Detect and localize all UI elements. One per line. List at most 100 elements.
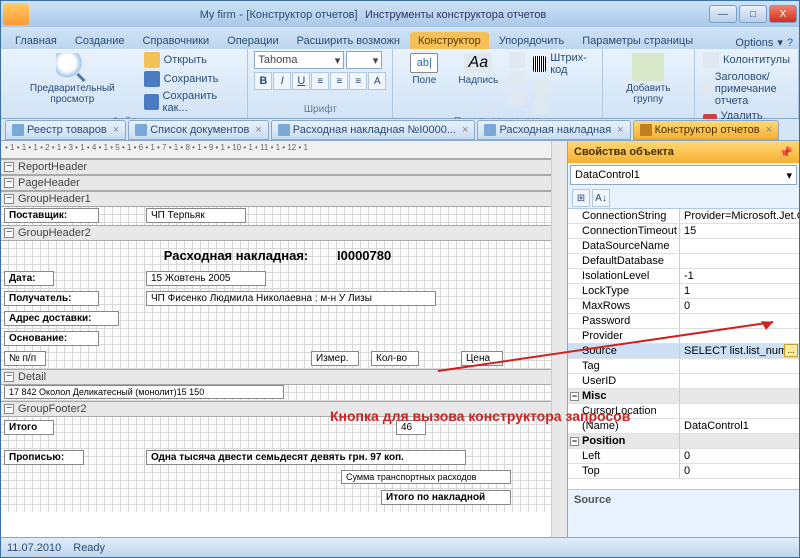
field-label[interactable]: Сумма транспортных расходов	[341, 470, 511, 484]
field-label[interactable]: Получатель:	[4, 291, 99, 306]
line-button[interactable]	[507, 51, 527, 69]
prop-row[interactable]: DataSourceName	[568, 239, 799, 254]
title-label[interactable]: Расходная накладная:	[141, 247, 331, 263]
close-icon[interactable]: ×	[255, 124, 261, 136]
tab-home[interactable]: Главная	[7, 32, 65, 49]
help-icon[interactable]: ?	[787, 37, 793, 49]
designer-icon	[640, 124, 652, 136]
workspace: • 1 • 1 • 1 • 2 • 1 • 3 • 1 • 4 • 1 • 5 …	[1, 141, 799, 537]
open-button[interactable]: Открыть	[142, 51, 242, 69]
prop-description: Source	[568, 489, 799, 537]
col-header[interactable]: № п/п	[4, 351, 46, 366]
bold-button[interactable]: B	[254, 72, 272, 90]
object-selector[interactable]: DataControl1▾	[570, 165, 797, 185]
field-button[interactable]: ab|Поле	[399, 51, 449, 88]
image-button[interactable]	[507, 89, 527, 107]
field-label[interactable]: Дата:	[4, 271, 54, 286]
report-title-button[interactable]: Заголовок/примечание отчета	[701, 70, 792, 108]
grid-icon	[12, 124, 24, 136]
prop-row[interactable]: IsolationLevel-1	[568, 269, 799, 284]
close-icon[interactable]: ×	[462, 124, 468, 136]
field[interactable]: ЧП Терпьяк	[146, 208, 246, 223]
tab-page-params[interactable]: Параметры страницы	[574, 32, 701, 49]
saveas-button[interactable]: Сохранить как...	[142, 89, 242, 115]
window-title: My firm - [Конструктор отчетов] Инструме…	[37, 7, 709, 21]
add-group-button[interactable]: Добавить группу	[609, 51, 688, 107]
pin-icon[interactable]: 📌	[779, 146, 793, 159]
ruler: • 1 • 1 • 1 • 2 • 1 • 3 • 1 • 4 • 1 • 5 …	[1, 141, 551, 159]
headers-button[interactable]: Колонтитулы	[701, 51, 792, 69]
prop-row[interactable]: Left0	[568, 449, 799, 464]
align-center-button[interactable]: ≡	[330, 72, 348, 90]
tab-extend[interactable]: Расширить возможн	[289, 32, 408, 49]
prop-row[interactable]: MaxRows0	[568, 299, 799, 314]
field-label[interactable]: Итого	[4, 420, 54, 435]
field[interactable]: ЧП Фисенко Людмила Николаевна : м-н У Ли…	[146, 291, 436, 306]
tab-constructor[interactable]: Конструктор	[410, 32, 489, 49]
title-value[interactable]: I0000780	[333, 247, 403, 264]
tab-arrange[interactable]: Упорядочить	[491, 32, 572, 49]
detail-field[interactable]: 17 842 Околол Деликатесный (монолит)15 1…	[4, 385, 284, 399]
prop-row[interactable]: Top0	[568, 464, 799, 479]
doc-tab[interactable]: Расходная накладная×	[477, 120, 630, 140]
close-button[interactable]: X	[769, 5, 797, 23]
field-label[interactable]: Основание:	[4, 331, 99, 346]
preview-button[interactable]: Предварительный просмотр	[7, 51, 138, 107]
section-header[interactable]: ReportHeader	[1, 159, 551, 175]
chevron-down-icon: ▾	[786, 169, 792, 182]
app-icon[interactable]	[3, 3, 29, 25]
annotation-arrow	[388, 316, 788, 376]
tab-operations[interactable]: Операции	[219, 32, 286, 49]
field[interactable]: 15 Жовтень 2005	[146, 271, 266, 286]
doc-tab[interactable]: Реестр товаров×	[5, 120, 126, 140]
align-left-button[interactable]: ≡	[311, 72, 329, 90]
section-header[interactable]: GroupHeader2	[1, 225, 551, 241]
italic-button[interactable]: I	[273, 72, 291, 90]
close-icon[interactable]: ×	[617, 124, 623, 136]
font-name-combo[interactable]: Tahoma▾	[254, 51, 344, 69]
font-color-button[interactable]: A	[368, 72, 386, 90]
category-row[interactable]: −Position	[568, 434, 799, 449]
prop-row[interactable]: ConnectionStringProvider=Microsoft.Jet.O…	[568, 209, 799, 224]
prop-row[interactable]: UserID	[568, 374, 799, 389]
close-icon[interactable]: ×	[766, 124, 772, 136]
barcode-button[interactable]: Штрих-код	[531, 51, 595, 77]
doc-tab-active[interactable]: Конструктор отчетов×	[633, 120, 780, 140]
tab-options[interactable]: Options	[735, 37, 773, 49]
prop-row[interactable]: LockType1	[568, 284, 799, 299]
minimize-button[interactable]: —	[709, 5, 737, 23]
section-header[interactable]: GroupHeader1	[1, 191, 551, 207]
close-icon[interactable]: ×	[113, 124, 119, 136]
field-label[interactable]: Прописью:	[4, 450, 84, 465]
align-right-button[interactable]: ≡	[349, 72, 367, 90]
prop-row[interactable]: DefaultDatabase	[568, 254, 799, 269]
font-size-combo[interactable]: ▾	[346, 51, 382, 69]
tab-create[interactable]: Создание	[67, 32, 133, 49]
rect-button[interactable]	[507, 70, 527, 88]
doc-tab[interactable]: Список документов×	[128, 120, 269, 140]
categorized-button[interactable]: ⊞	[572, 189, 590, 207]
props-title: Свойства объекта📌	[568, 141, 799, 163]
category-row[interactable]: −Misc	[568, 389, 799, 404]
section-header[interactable]: PageHeader	[1, 175, 551, 191]
alphabetical-button[interactable]: A↓	[592, 189, 610, 207]
underline-button[interactable]: U	[292, 72, 310, 90]
prop-row[interactable]: ConnectionTimeout15	[568, 224, 799, 239]
maximize-button[interactable]: □	[739, 5, 767, 23]
field-label[interactable]: Адрес доставки:	[4, 311, 119, 326]
field-label[interactable]: Поставщик:	[4, 208, 99, 223]
ole-button[interactable]	[531, 78, 595, 96]
app-window: My firm - [Конструктор отчетов] Инструме…	[0, 0, 800, 558]
field-label[interactable]: Итого по накладной	[381, 490, 511, 505]
doc-tab[interactable]: Расходная накладная №I0000...×	[271, 120, 476, 140]
options-dropdown-icon[interactable]: ▾	[777, 36, 783, 49]
tab-references[interactable]: Справочники	[135, 32, 218, 49]
col-header[interactable]: Измер.	[311, 351, 359, 366]
caption-button[interactable]: AaНадпись	[453, 51, 503, 88]
save-button[interactable]: Сохранить	[142, 70, 242, 88]
subreport-button[interactable]	[531, 97, 595, 115]
statusbar: 11.07.2010 Ready	[1, 537, 799, 557]
ribbon-tabs: Главная Создание Справочники Операции Ра…	[1, 27, 799, 49]
doc-tabs: Реестр товаров× Список документов× Расхо…	[1, 119, 799, 141]
field[interactable]: Одна тысяча двести семьдесят девять грн.…	[146, 450, 466, 465]
